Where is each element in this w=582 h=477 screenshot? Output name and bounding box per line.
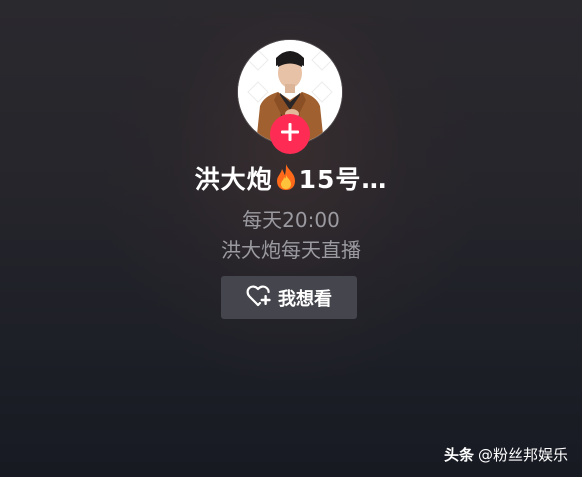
want-to-watch-button[interactable]: 我想看 xyxy=(221,276,357,319)
follow-button[interactable] xyxy=(270,114,310,154)
heart-plus-icon xyxy=(246,284,272,312)
watermark: 头条 @粉丝邦娱乐 xyxy=(444,444,568,465)
watermark-handle: @粉丝邦娱乐 xyxy=(477,446,568,464)
fire-icon xyxy=(275,163,297,197)
plus-icon xyxy=(279,121,301,147)
streamer-name-suffix: 15号… xyxy=(298,165,388,194)
watermark-brand: 头条 xyxy=(443,446,474,464)
streamer-avatar-group xyxy=(238,40,342,154)
schedule-time: 每天20:00 xyxy=(242,208,340,232)
live-preview-screen: 洪大炮 15号… 每天20:00 洪大炮每天直播 我想看 头条 @粉丝邦娱乐 xyxy=(0,0,582,477)
schedule-description: 洪大炮每天直播 xyxy=(221,238,361,262)
want-to-watch-label: 我想看 xyxy=(278,288,332,310)
streamer-name: 洪大炮 15号… xyxy=(0,160,582,197)
streamer-name-text: 洪大炮 xyxy=(194,165,273,194)
